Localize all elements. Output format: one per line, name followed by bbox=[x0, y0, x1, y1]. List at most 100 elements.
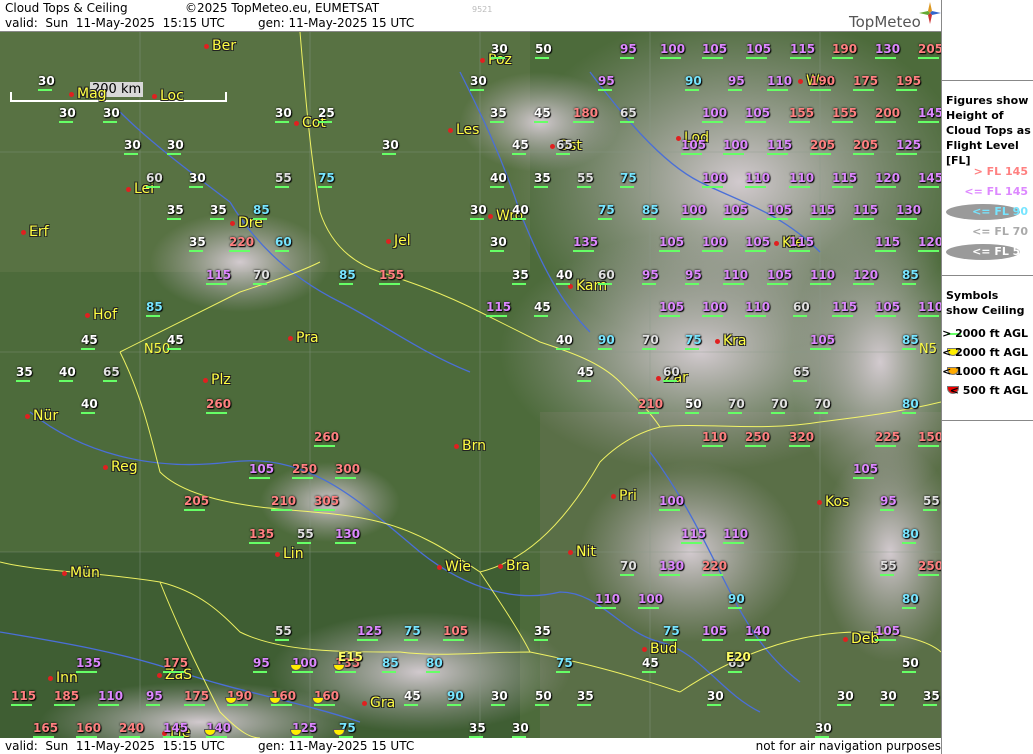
city-label: Hof bbox=[93, 307, 118, 323]
cloud-top-value: 40 bbox=[59, 365, 76, 379]
ceiling-line-symbol bbox=[206, 283, 227, 285]
cloud-top-value: 35 bbox=[512, 268, 529, 282]
cloud-top-value: 60 bbox=[146, 171, 163, 185]
cloud-top-value: 105 bbox=[659, 235, 685, 249]
ceiling-line-symbol bbox=[103, 380, 117, 382]
cloud-top-value: 125 bbox=[357, 624, 383, 638]
city-marker bbox=[62, 571, 67, 576]
ceiling-line-symbol bbox=[556, 348, 570, 350]
footer-valid-time: valid: Sun 11-May-2025 15:15 UTC bbox=[5, 739, 225, 753]
cloud-top-value: 145 bbox=[918, 106, 941, 120]
city-marker bbox=[21, 230, 26, 235]
cloud-top-value: 90 bbox=[728, 592, 745, 606]
city-label: Lin bbox=[283, 546, 304, 562]
legend-label: < 2000 ft AGL bbox=[942, 346, 1028, 359]
ceiling-line-symbol bbox=[660, 57, 681, 59]
cloud-top-value: 105 bbox=[875, 300, 901, 314]
cloud-top-value: 210 bbox=[271, 494, 297, 508]
city-marker bbox=[611, 494, 616, 499]
cloud-top-value: 110 bbox=[789, 171, 815, 185]
ceiling-line-symbol bbox=[702, 186, 723, 188]
cloud-top-value: 135 bbox=[573, 235, 599, 249]
ceiling-line-symbol bbox=[318, 121, 332, 123]
ceiling-line-symbol bbox=[638, 607, 659, 609]
ceiling-line-symbol bbox=[54, 704, 75, 706]
cloud-top-value: 110 bbox=[918, 300, 941, 314]
cloud-top-value: 30 bbox=[707, 689, 724, 703]
cloud-top-value: 75 bbox=[318, 171, 335, 185]
ceiling-line-symbol bbox=[357, 639, 378, 641]
map-area[interactable]: 200 km N50 N5 Ber Poz War Mag Loc Cot Les Ost Lo… bbox=[0, 32, 941, 738]
ceiling-line-symbol bbox=[702, 315, 723, 317]
ceiling-line-symbol bbox=[535, 57, 549, 59]
cloud-top-value: 40 bbox=[81, 397, 98, 411]
ceiling-line-symbol bbox=[534, 121, 548, 123]
cloud-top-value: 110 bbox=[767, 74, 793, 88]
ceiling-line-symbol bbox=[918, 57, 939, 59]
cloud-top-value: 105 bbox=[767, 203, 793, 217]
ceiling-line-symbol bbox=[659, 509, 680, 511]
ceiling-line-symbol bbox=[789, 186, 810, 188]
ceiling-line-symbol bbox=[206, 412, 227, 414]
city-marker bbox=[715, 339, 720, 344]
ceiling-line-symbol bbox=[318, 186, 332, 188]
cloud-top-value: 250 bbox=[292, 462, 318, 476]
valid-time: valid: Sun 11-May-2025 15:15 UTC bbox=[5, 16, 225, 30]
cloud-top-value: 75 bbox=[598, 203, 615, 217]
ceiling-line-symbol bbox=[253, 218, 267, 220]
cloud-top-value: 45 bbox=[512, 138, 529, 152]
cloud-top-value: 35 bbox=[16, 365, 33, 379]
ceiling-line-symbol bbox=[746, 57, 767, 59]
city-marker bbox=[362, 701, 367, 706]
cloud-top-value: 105 bbox=[723, 203, 749, 217]
cloud-top-value: 115 bbox=[11, 689, 37, 703]
symbols-legend-item: < 500 ft AGL bbox=[942, 382, 1033, 400]
ceiling-line-symbol bbox=[745, 445, 766, 447]
ceiling-line-symbol bbox=[146, 186, 160, 188]
ceiling-line-symbol bbox=[382, 671, 396, 673]
ceiling-line-symbol bbox=[271, 509, 292, 511]
ceiling-line-symbol bbox=[512, 283, 526, 285]
ceiling-line-symbol bbox=[292, 671, 313, 673]
cloud-top-value: 100 bbox=[702, 235, 728, 249]
cloud-top-value: 85 bbox=[642, 203, 659, 217]
ceiling-line-symbol bbox=[335, 542, 356, 544]
ceiling-line-symbol bbox=[853, 283, 874, 285]
ceiling-line-symbol bbox=[227, 704, 248, 706]
ceiling-line-symbol bbox=[620, 57, 634, 59]
ceiling-line-symbol bbox=[918, 250, 939, 252]
city-marker bbox=[126, 187, 131, 192]
city-label: Nit bbox=[576, 544, 596, 560]
compass-logo-icon bbox=[919, 2, 941, 24]
ceiling-line-symbol bbox=[681, 153, 702, 155]
cloud-top-value: 145 bbox=[163, 721, 189, 735]
cloud-top-value: 55 bbox=[577, 171, 594, 185]
cloud-top-value: 30 bbox=[837, 689, 854, 703]
cloud-top-value: 135 bbox=[76, 656, 102, 670]
cloud-top-value: 225 bbox=[875, 430, 901, 444]
ceiling-line-symbol bbox=[659, 574, 680, 576]
ceiling-line-symbol bbox=[902, 671, 916, 673]
city-label: Plz bbox=[211, 372, 231, 388]
station-marker-label: E15 bbox=[338, 650, 363, 664]
cloud-top-value: 195 bbox=[896, 74, 922, 88]
figures-legend-item: <= FL 90 bbox=[942, 203, 1033, 221]
ceiling-line-symbol bbox=[534, 639, 548, 641]
cloud-top-value: 105 bbox=[443, 624, 469, 638]
city-marker bbox=[103, 465, 108, 470]
product-code: 9521 bbox=[472, 5, 493, 14]
ceiling-line-symbol bbox=[491, 57, 505, 59]
cloud-top-value: 35 bbox=[189, 235, 206, 249]
ceiling-line-symbol bbox=[167, 218, 181, 220]
cloud-top-value: 50 bbox=[685, 397, 702, 411]
city-marker bbox=[480, 58, 485, 63]
cloud-top-value: 55 bbox=[880, 559, 897, 573]
cloud-top-value: 105 bbox=[746, 42, 772, 56]
cloud-top-value: 95 bbox=[642, 268, 659, 282]
cloud-top-value: 110 bbox=[810, 268, 836, 282]
ceiling-line-symbol bbox=[723, 542, 744, 544]
ceiling-line-symbol bbox=[124, 153, 138, 155]
city-marker bbox=[294, 121, 299, 126]
brand-name[interactable]: TopMeteo bbox=[849, 13, 921, 31]
city-marker bbox=[69, 92, 74, 97]
